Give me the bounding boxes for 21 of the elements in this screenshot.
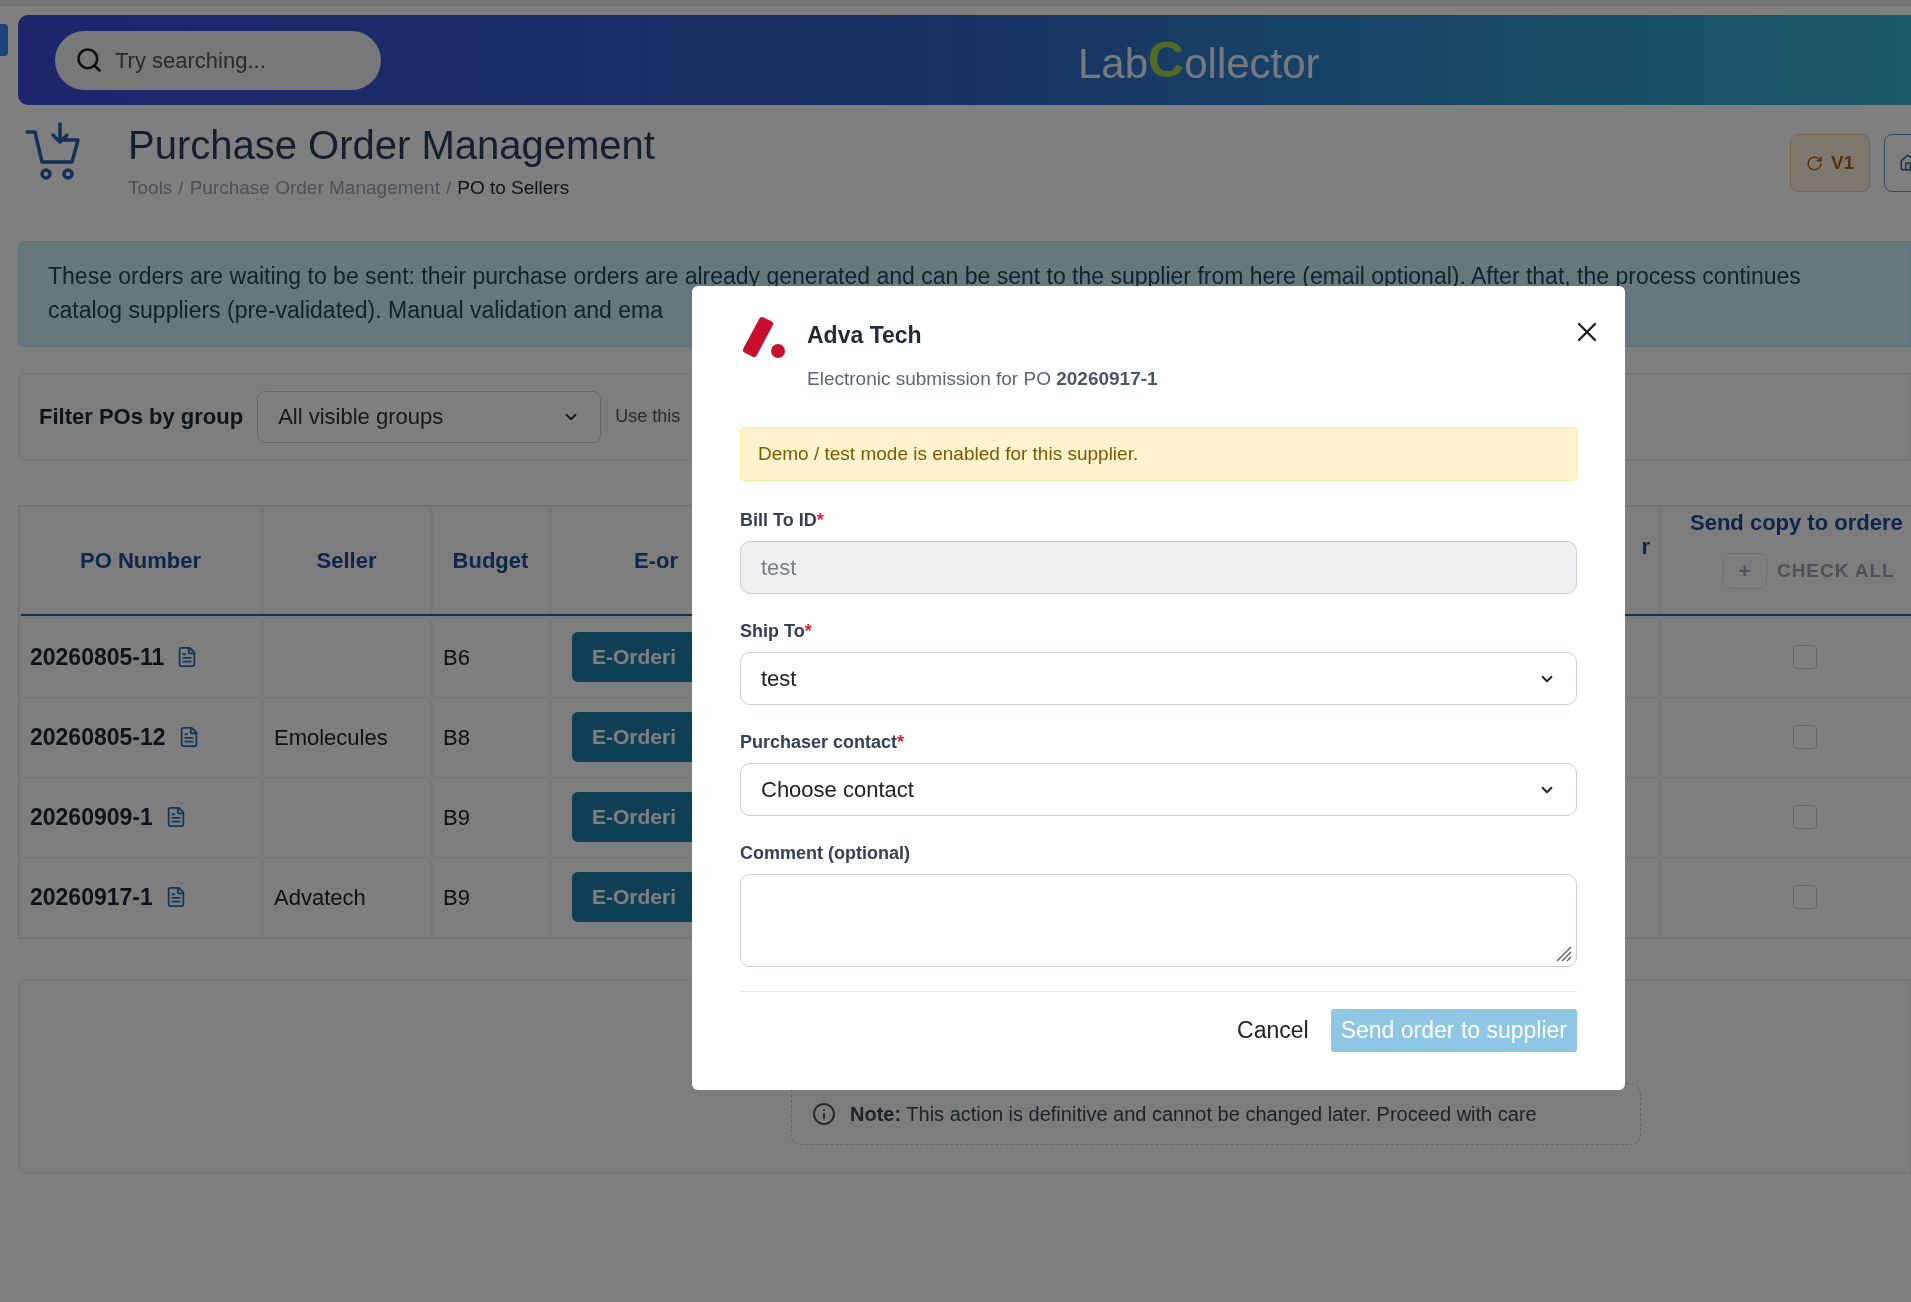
filter-hint: Use this	[615, 405, 681, 428]
banner-text: These orders are waiting to be sent: their purchase orders are already generated and can be sent to the supplier from here (email optional). After that, the process continues	[48, 261, 1801, 291]
supplier-name: Adva Tech	[807, 321, 923, 350]
logo-text: LabCollector	[1078, 35, 1320, 85]
field-label: Bill To ID*	[740, 509, 825, 532]
modal-subtitle: Electronic submission for PO 20260917-1	[807, 366, 1158, 391]
po-number: 20260805-12	[30, 722, 166, 752]
field-label: Ship To*	[740, 620, 813, 643]
field-label: Comment (optional)	[740, 842, 911, 865]
filter-label: Filter POs by group	[39, 403, 244, 431]
page-title: Purchase Order Management	[128, 122, 655, 169]
breadcrumb-separator: /	[178, 176, 184, 200]
field-label: Purchaser contact*	[740, 731, 906, 754]
banner-text: catalog suppliers (pre-validated). Manual validation and ema	[48, 295, 663, 325]
po-number: 20260909-1	[30, 802, 153, 832]
column-header: Send copy to ordere	[1690, 509, 1903, 537]
breadcrumb-separator: /	[445, 176, 452, 200]
po-number: 20260917-1	[30, 882, 153, 912]
po-number: 20260805-11	[30, 642, 165, 672]
note-text: Note: This action is definitive and cannot be changed later. Proceed with care	[850, 1101, 1537, 1127]
demo-alert: Demo / test mode is enabled for this supplier.	[740, 427, 1577, 481]
